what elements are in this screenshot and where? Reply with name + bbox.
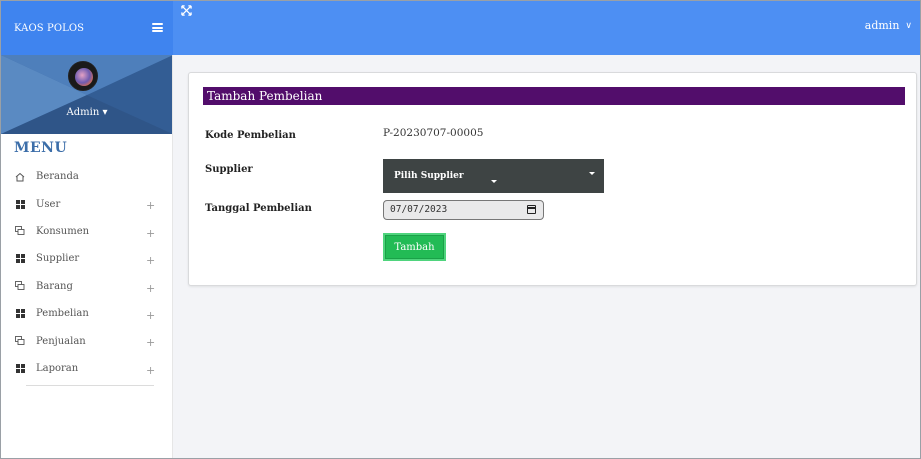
- grid-icon: [15, 363, 25, 373]
- grid-icon: [15, 199, 25, 209]
- chat-icon: [15, 336, 25, 346]
- sidebar-item-label: Laporan: [36, 362, 79, 374]
- profile-name: Admin: [66, 107, 100, 118]
- grid-icon: [15, 254, 25, 264]
- sidebar-item-konsumen[interactable]: Konsumen +: [1, 218, 173, 245]
- expand-plus-icon[interactable]: +: [146, 199, 155, 212]
- tambah-button[interactable]: Tambah: [383, 233, 446, 261]
- calendar-icon[interactable]: [527, 205, 536, 214]
- sidebar-item-user[interactable]: User +: [1, 190, 173, 217]
- sidebar-nav: Beranda User + Konsumen + Supplier + Bar…: [1, 163, 173, 382]
- sidebar-divider: [26, 385, 154, 386]
- profile-name-dropdown[interactable]: Admin ▾: [1, 107, 173, 118]
- expand-plus-icon[interactable]: +: [146, 309, 155, 322]
- kode-pembelian-label: Kode Pembelian: [205, 130, 296, 141]
- chat-icon: [15, 281, 25, 291]
- sidebar-item-supplier[interactable]: Supplier +: [1, 245, 173, 272]
- chevron-down-icon: ∨: [905, 20, 912, 31]
- sidebar-item-label: Penjualan: [36, 335, 86, 347]
- tanggal-pembelian-label: Tanggal Pembelian: [205, 203, 312, 214]
- sidebar-item-beranda[interactable]: Beranda: [1, 163, 173, 190]
- supplier-select[interactable]: Pilih Supplier: [383, 159, 604, 193]
- sidebar-item-label: Pembelian: [36, 308, 89, 320]
- sidebar-item-barang[interactable]: Barang +: [1, 273, 173, 300]
- card-title: Tambah Pembelian: [203, 87, 905, 105]
- menu-heading: MENU: [14, 140, 68, 156]
- sidebar-item-label: Konsumen: [36, 225, 90, 237]
- supplier-label: Supplier: [205, 164, 253, 175]
- sidebar-item-pembelian[interactable]: Pembelian +: [1, 300, 173, 327]
- avatar: [68, 61, 98, 91]
- expand-plus-icon[interactable]: +: [146, 364, 155, 377]
- expand-plus-icon[interactable]: +: [146, 227, 155, 240]
- sidebar-item-label: Beranda: [36, 171, 79, 183]
- sidebar-item-label: Supplier: [36, 253, 80, 265]
- user-menu-label: admin: [864, 19, 900, 32]
- sidebar-item-label: Barang: [36, 280, 73, 292]
- sidebar: Admin ▾ MENU Beranda User + Konsumen + S…: [1, 55, 173, 458]
- sidebar-profile-panel: Admin ▾: [1, 55, 173, 134]
- caret-down-icon: [491, 180, 497, 183]
- expand-plus-icon[interactable]: +: [146, 336, 155, 349]
- sidebar-item-label: User: [36, 198, 61, 210]
- sidebar-item-penjualan[interactable]: Penjualan +: [1, 327, 173, 354]
- brand-logo-text[interactable]: KAOS POLOS: [1, 1, 173, 55]
- top-navbar: KAOS POLOS admin ∨: [1, 1, 920, 55]
- sidebar-item-laporan[interactable]: Laporan +: [1, 355, 173, 382]
- tanggal-pembelian-value: 07/07/2023: [390, 204, 448, 215]
- grid-icon: [15, 309, 25, 319]
- kode-pembelian-value: P-20230707-00005: [383, 127, 484, 139]
- hamburger-menu-icon[interactable]: [152, 23, 163, 32]
- home-icon: [15, 172, 25, 182]
- caret-down-icon: [589, 172, 595, 175]
- caret-down-icon: ▾: [102, 107, 108, 118]
- sidebar-border: [172, 55, 173, 458]
- tambah-pembelian-card: Tambah Pembelian Kode Pembelian P-202307…: [188, 72, 917, 286]
- app-window: KAOS POLOS admin ∨ Admin ▾ MENU Beranda …: [0, 0, 921, 459]
- fullscreen-icon[interactable]: [181, 5, 192, 16]
- expand-plus-icon[interactable]: +: [146, 282, 155, 295]
- supplier-select-value: Pilih Supplier: [394, 171, 464, 181]
- chat-icon: [15, 226, 25, 236]
- tanggal-pembelian-input[interactable]: 07/07/2023: [383, 200, 544, 220]
- expand-plus-icon[interactable]: +: [146, 254, 155, 267]
- user-menu-dropdown[interactable]: admin ∨: [865, 19, 912, 32]
